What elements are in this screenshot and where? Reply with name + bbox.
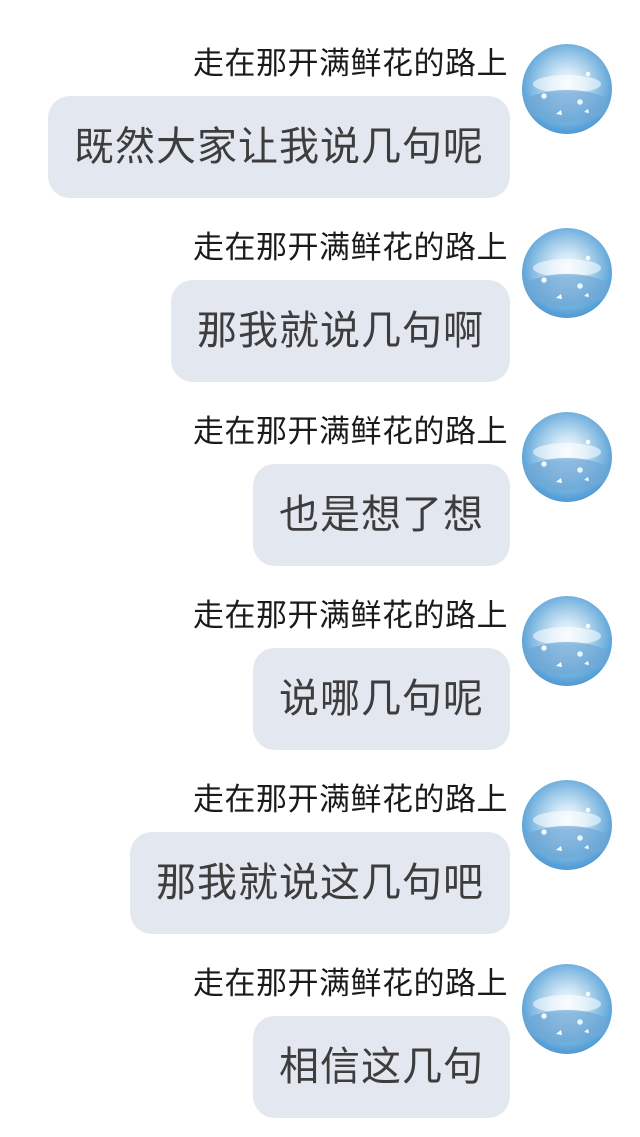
sender-name: 走在那开满鲜花的路上: [193, 966, 508, 1002]
sky-butterfly-avatar-icon[interactable]: [522, 780, 612, 870]
avatar-art: [523, 71, 611, 122]
message-item: 走在那开满鲜花的路上 相信这几句: [0, 920, 640, 1118]
sky-butterfly-avatar-icon[interactable]: [522, 964, 612, 1054]
message-bubble[interactable]: 那我就说这几句吧: [130, 832, 510, 934]
sender-name: 走在那开满鲜花的路上: [193, 46, 508, 82]
message-item: 走在那开满鲜花的路上 那我就说这几句吧: [0, 736, 640, 934]
sender-name: 走在那开满鲜花的路上: [193, 230, 508, 266]
sky-butterfly-avatar-icon[interactable]: [522, 44, 612, 134]
sender-name: 走在那开满鲜花的路上: [193, 782, 508, 818]
avatar-art: [523, 439, 611, 490]
avatar-art: [523, 623, 611, 674]
avatar-art: [523, 807, 611, 858]
sky-butterfly-avatar-icon[interactable]: [522, 596, 612, 686]
chat-list: 走在那开满鲜花的路上 既然大家让我说几句呢 走在那开满鲜花的路上 那我就说几句啊…: [0, 0, 640, 1137]
sender-name: 走在那开满鲜花的路上: [193, 598, 508, 634]
message-item: 走在那开满鲜花的路上 说哪几句呢: [0, 552, 640, 750]
sender-name: 走在那开满鲜花的路上: [193, 414, 508, 450]
avatar-art: [523, 255, 611, 306]
message-item: 走在那开满鲜花的路上 也是想了想: [0, 368, 640, 566]
message-bubble[interactable]: 既然大家让我说几句呢: [48, 96, 510, 198]
message-bubble[interactable]: 相信这几句: [253, 1016, 510, 1118]
message-bubble[interactable]: 说哪几句呢: [253, 648, 510, 750]
sky-butterfly-avatar-icon[interactable]: [522, 228, 612, 318]
avatar-art: [523, 991, 611, 1042]
message-bubble[interactable]: 那我就说几句啊: [171, 280, 510, 382]
sky-butterfly-avatar-icon[interactable]: [522, 412, 612, 502]
message-bubble[interactable]: 也是想了想: [253, 464, 510, 566]
message-item: 走在那开满鲜花的路上 那我就说几句啊: [0, 184, 640, 382]
message-item: 走在那开满鲜花的路上 既然大家让我说几句呢: [0, 0, 640, 198]
